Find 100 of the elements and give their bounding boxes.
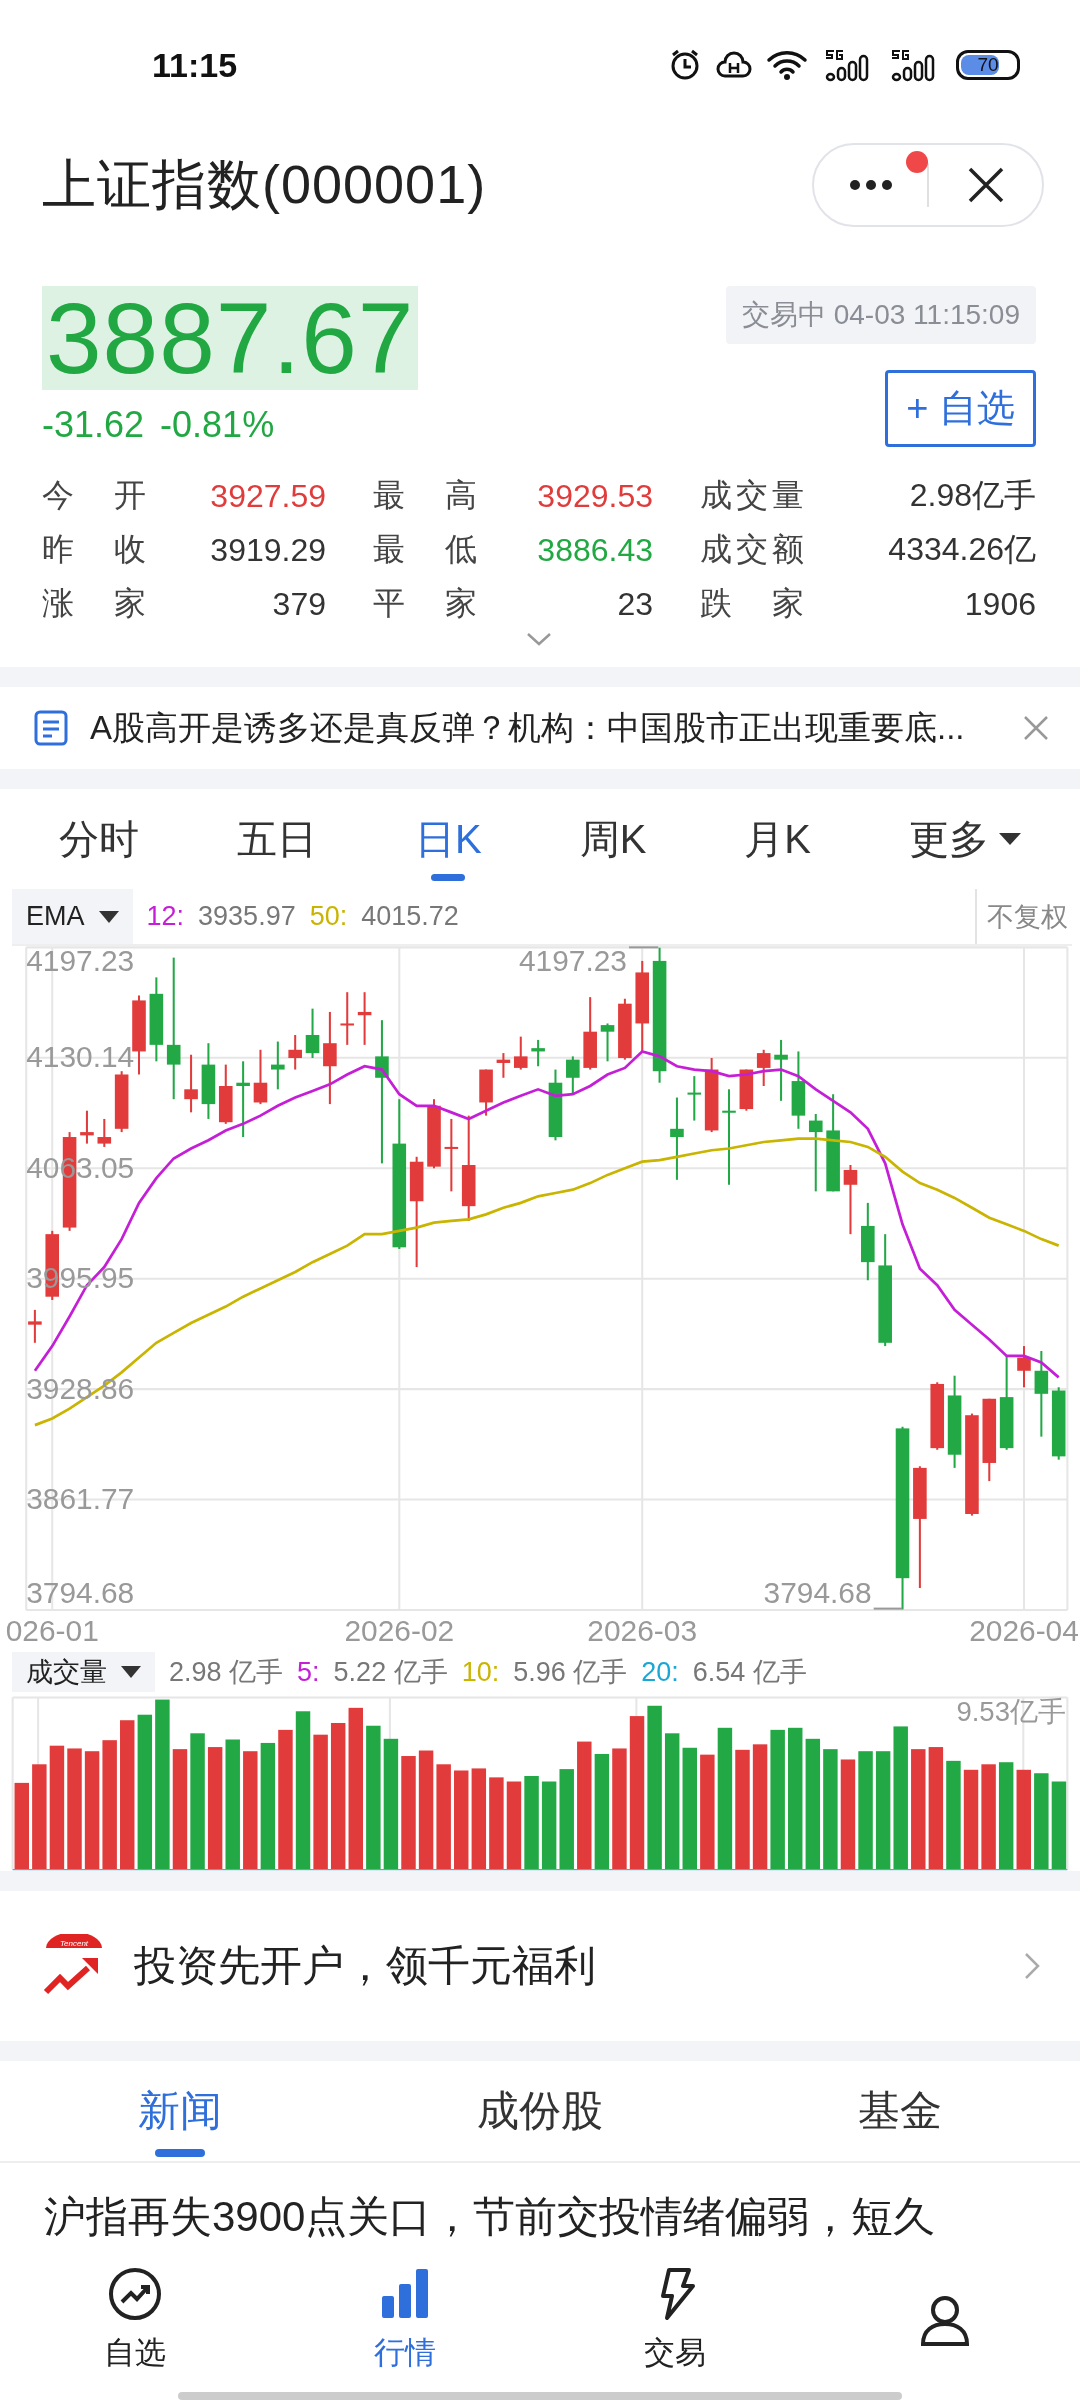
indicator-dropdown[interactable]: EMA — [12, 889, 133, 944]
axis-label: 2026-04 — [969, 1613, 1079, 1646]
stat-label: 最 低 — [373, 530, 477, 569]
candlestick — [843, 1165, 858, 1235]
candlestick — [496, 1053, 511, 1078]
close-icon[interactable] — [1022, 714, 1050, 742]
axis-label: 2026-02 — [344, 1613, 455, 1646]
candlestick — [566, 1056, 580, 1095]
nav-tab[interactable]: 交易 — [540, 2250, 810, 2390]
leader-line — [873, 1607, 903, 1610]
candlestick — [618, 998, 632, 1060]
period-tab[interactable]: 月K — [732, 789, 823, 889]
candlestick — [357, 992, 372, 1045]
stat-label: 平 家 — [373, 584, 477, 623]
axis-label: 3861.77 — [26, 1482, 135, 1516]
candlestick — [28, 1309, 42, 1343]
stat-value: 379 — [271, 584, 326, 624]
legend-value: 3935.97 — [198, 901, 296, 932]
legend-value: 5.96 亿手 — [513, 1656, 628, 1689]
stat-label: 跌 家 — [700, 584, 804, 623]
section-tab[interactable]: 基金 — [720, 2061, 1080, 2161]
stat-label: 今 开 — [42, 476, 146, 515]
candlestick — [218, 1064, 233, 1124]
period-tab[interactable]: 日K — [402, 789, 494, 889]
dropdown-caret-icon — [98, 910, 119, 923]
candlestick — [1017, 1346, 1031, 1388]
news-ticker-text[interactable]: A股高开是诱多还是真反弹？机构：中国股市正出现重要底... — [90, 705, 1000, 751]
stat-value: 3927.59 — [209, 476, 326, 516]
nav-tab[interactable]: 自选 — [0, 2250, 270, 2390]
axis-label: 4130.14 — [26, 1040, 135, 1074]
candlestick — [340, 992, 355, 1045]
section-tab[interactable]: 成份股 — [360, 2061, 720, 2161]
axis-label: 9.53亿手 — [956, 1695, 1066, 1727]
dropdown-caret-icon — [998, 833, 1021, 845]
stat-value: 4334.26亿 — [804, 523, 1036, 577]
axis-label: 026-01 — [5, 1613, 99, 1646]
index-price: 3887.67 — [42, 286, 419, 390]
section-tab[interactable]: 新闻 — [0, 2061, 360, 2161]
period-tab[interactable]: 分时 — [47, 789, 151, 889]
trend-circle-icon — [107, 2266, 163, 2322]
stat-value: 1906 — [963, 584, 1036, 624]
candlestick — [253, 1049, 268, 1105]
stat-label: 成交量 — [700, 476, 804, 515]
candlestick — [531, 1039, 545, 1067]
legend-key: 20: — [641, 1656, 679, 1688]
indicator-dropdown[interactable]: 成交量 — [12, 1652, 155, 1692]
legend-value: 6.54 亿手 — [692, 1656, 807, 1689]
candlestick — [479, 1069, 493, 1116]
legend-value: 4015.72 — [361, 901, 459, 932]
logo-text: Tencent — [59, 1939, 89, 1948]
stat-label: 昨 收 — [42, 530, 146, 569]
chevron-right-icon[interactable] — [1024, 1952, 1040, 1980]
trend-arrow-icon — [43, 1958, 98, 1995]
add-watchlist-button[interactable]: + 自选 — [885, 370, 1036, 447]
candlestick — [97, 1118, 112, 1147]
stat-value: 3919.29 — [209, 530, 326, 570]
logo-banner-icon — [46, 1934, 102, 1948]
candlestick — [80, 1110, 94, 1144]
stat-value: 2.98亿手 — [908, 476, 1036, 515]
news-headline[interactable]: 沪指再失3900点关口，节前交投情绪偏弱，短久 — [0, 2163, 1080, 2245]
legend-key: 12: — [146, 901, 185, 932]
price-change: -31.62 — [42, 404, 145, 446]
more-menu-tab[interactable]: 更多 — [896, 789, 1033, 889]
expand-chevron-icon[interactable] — [526, 631, 552, 647]
more-icon — [848, 179, 893, 191]
candlestick — [930, 1382, 945, 1450]
candlestick — [427, 1099, 441, 1169]
low-price-label: 3794.68 — [763, 1576, 872, 1610]
candlestick — [305, 1008, 320, 1058]
document-icon — [34, 710, 68, 746]
candlestick — [774, 1039, 788, 1101]
trading-status: 交易中 04-03 11:15:09 — [725, 286, 1036, 344]
axis-label: 2026-03 — [587, 1613, 698, 1646]
candlestick — [114, 1071, 129, 1133]
clock-time: 11:15 — [152, 45, 239, 85]
page-title: 上证指数(000001) — [42, 152, 487, 216]
candlestick — [271, 1041, 285, 1090]
legend-key: 5: — [297, 1656, 320, 1688]
candlestick — [756, 1049, 771, 1086]
leader-line — [629, 946, 659, 949]
period-tab[interactable]: 五日 — [224, 789, 329, 889]
promo-text[interactable]: 投资先开户，领千元福利 — [134, 1938, 996, 1994]
stat-label: 最 高 — [373, 476, 477, 515]
nav-tab[interactable]: 行情 — [270, 2250, 540, 2390]
legend-value: 5.22 亿手 — [333, 1656, 448, 1689]
candlestick — [513, 1036, 528, 1070]
stat-value: 3929.53 — [536, 476, 653, 516]
percent-change: -0.81% — [160, 404, 275, 446]
candlestick — [288, 1035, 302, 1070]
period-tab[interactable]: 周K — [567, 789, 659, 889]
candlestick — [739, 1069, 754, 1111]
high-price-label: 4197.23 — [518, 946, 627, 978]
stat-value: 23 — [616, 584, 653, 624]
axis-label: 4197.23 — [26, 946, 135, 978]
battery-level: 70 — [976, 53, 1000, 77]
candlestick — [548, 1069, 563, 1141]
candlestick — [600, 1023, 615, 1062]
stat-value: 3886.43 — [536, 530, 653, 570]
adjust-mode-button[interactable]: 不复权 — [975, 889, 1072, 944]
legend-key: 50: — [309, 901, 348, 932]
